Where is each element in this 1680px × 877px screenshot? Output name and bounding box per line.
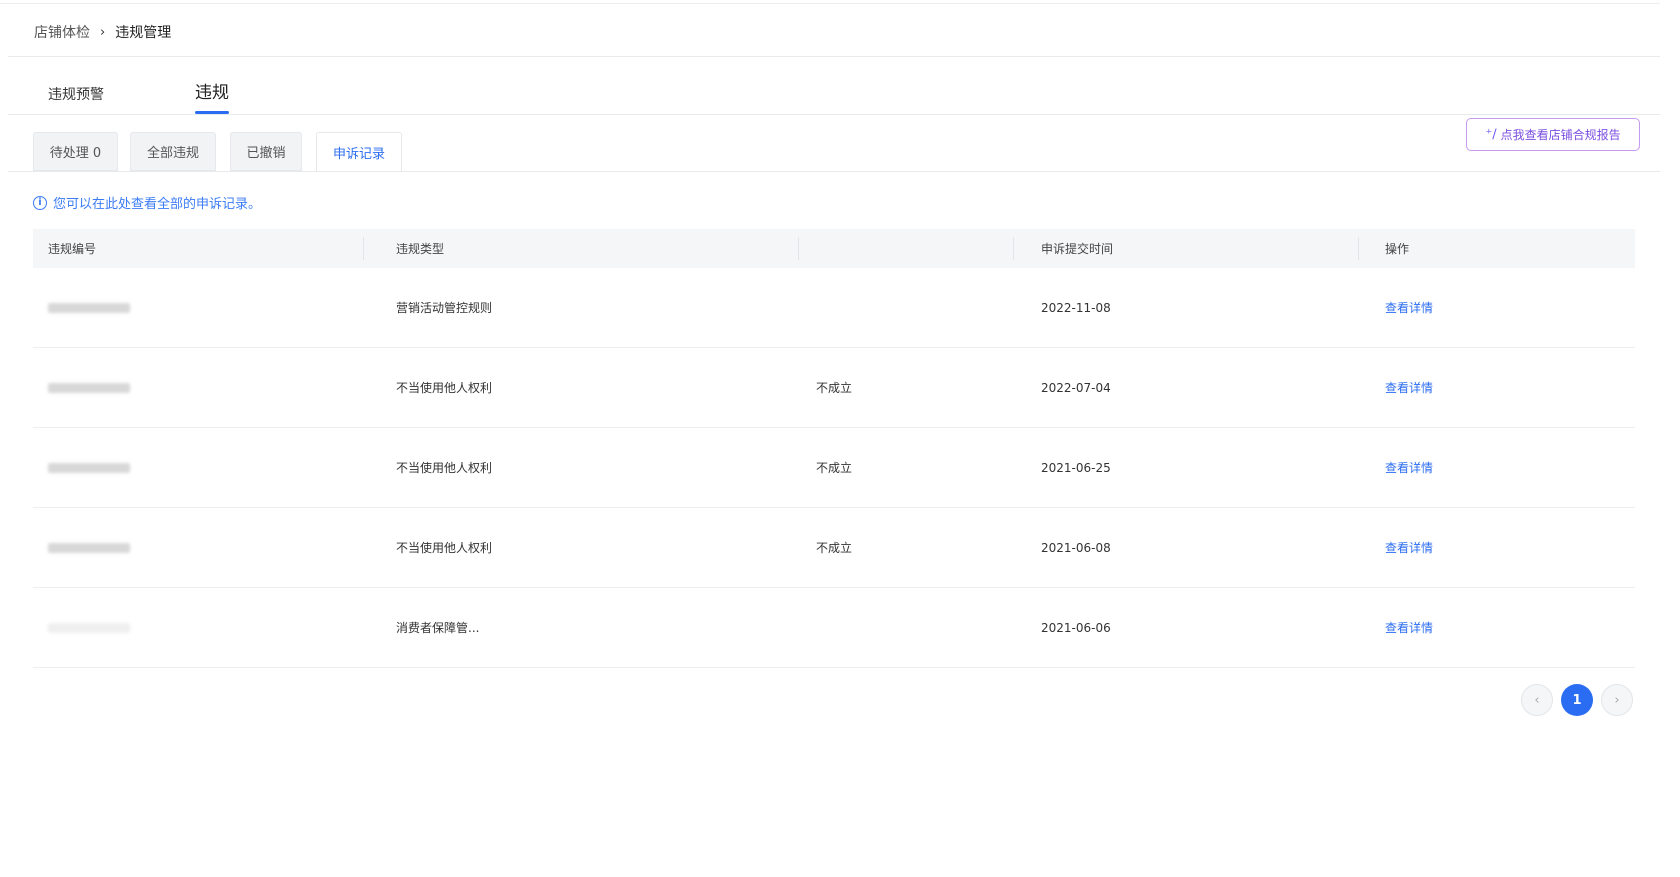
header-violation-id: 违规编号 <box>48 242 97 256</box>
appeal-result: 不成立 <box>816 381 853 395</box>
breadcrumb-parent[interactable]: 店铺体检 <box>34 22 90 42</box>
tab-revoked[interactable]: 已撤销 <box>230 132 302 171</box>
header-action: 操作 <box>1385 242 1410 256</box>
view-details-link[interactable]: 查看详情 <box>1385 348 1433 427</box>
violation-id-redacted <box>48 428 130 507</box>
breadcrumb-divider <box>8 56 1660 57</box>
main-tabs: 违规预警 违规 <box>8 78 1660 115</box>
table-row: 不当使用他人权利 不成立 2021-06-25 查看详情 <box>33 428 1635 508</box>
header-submit-time: 申诉提交时间 <box>1041 242 1114 256</box>
info-icon: i <box>33 195 47 210</box>
submit-time: 2022-07-04 <box>1041 380 1111 395</box>
submit-time: 2021-06-25 <box>1041 460 1111 475</box>
chevron-right-icon: › <box>100 24 106 40</box>
tab-all-violations[interactable]: 全部违规 <box>130 132 216 171</box>
header-divider <box>1358 237 1359 260</box>
view-details-link[interactable]: 查看详情 <box>1385 588 1433 667</box>
view-details-link[interactable]: 查看详情 <box>1385 428 1433 507</box>
violation-type: 消费者保障管... <box>396 621 480 635</box>
page-1-button[interactable]: 1 <box>1561 684 1593 716</box>
table-row: 不当使用他人权利 不成立 2021-06-08 查看详情 <box>33 508 1635 588</box>
violation-id-redacted <box>48 508 130 587</box>
breadcrumb-current: 违规管理 <box>115 25 172 41</box>
tab-violation-warning[interactable]: 违规预警 <box>48 84 104 120</box>
top-divider <box>0 3 1660 4</box>
prev-page-button[interactable]: ‹ <box>1521 684 1553 716</box>
notice-text: 您可以在此处查看全部的申诉记录。 <box>53 197 262 212</box>
pagination: ‹ 1 › <box>1521 684 1633 716</box>
violation-id-redacted <box>48 588 130 667</box>
violation-type: 不当使用他人权利 <box>396 461 493 475</box>
submit-time: 2021-06-08 <box>1041 540 1111 555</box>
appeal-records-table: 违规编号 违规类型 申诉提交时间 操作 营销活动管控规则 2022-11-08 … <box>33 229 1635 668</box>
sub-tabs-divider <box>8 171 1660 172</box>
appeal-result: 不成立 <box>816 541 853 555</box>
violation-id-redacted <box>48 268 130 347</box>
appeal-result: 不成立 <box>816 461 853 475</box>
view-details-link[interactable]: 查看详情 <box>1385 268 1433 347</box>
next-page-button[interactable]: › <box>1601 684 1633 716</box>
header-divider <box>363 237 364 260</box>
sub-tabs: 待处理 0 全部违规 已撤销 申诉记录 <box>0 132 1660 172</box>
notice-banner: i 您可以在此处查看全部的申诉记录。 <box>33 193 261 212</box>
tab-violation[interactable]: 违规 <box>195 78 229 114</box>
breadcrumb: 店铺体检 › 违规管理 <box>34 22 171 42</box>
submit-time: 2021-06-06 <box>1041 620 1111 635</box>
header-divider <box>1013 237 1014 260</box>
header-violation-type: 违规类型 <box>396 242 445 256</box>
violation-type: 不当使用他人权利 <box>396 381 493 395</box>
submit-time: 2022-11-08 <box>1041 300 1111 315</box>
header-divider <box>798 237 799 260</box>
table-row: 营销活动管控规则 2022-11-08 查看详情 <box>33 268 1635 348</box>
table-row: 消费者保障管... 2021-06-06 查看详情 <box>33 588 1635 668</box>
table-header: 违规编号 违规类型 申诉提交时间 操作 <box>33 229 1635 268</box>
table-row: 不当使用他人权利 不成立 2022-07-04 查看详情 <box>33 348 1635 428</box>
view-details-link[interactable]: 查看详情 <box>1385 508 1433 587</box>
violation-id-redacted <box>48 348 130 427</box>
violation-type: 不当使用他人权利 <box>396 541 493 555</box>
tab-pending[interactable]: 待处理 0 <box>33 132 118 171</box>
violation-type: 营销活动管控规则 <box>396 301 493 315</box>
tab-appeal-records[interactable]: 申诉记录 <box>316 132 402 172</box>
